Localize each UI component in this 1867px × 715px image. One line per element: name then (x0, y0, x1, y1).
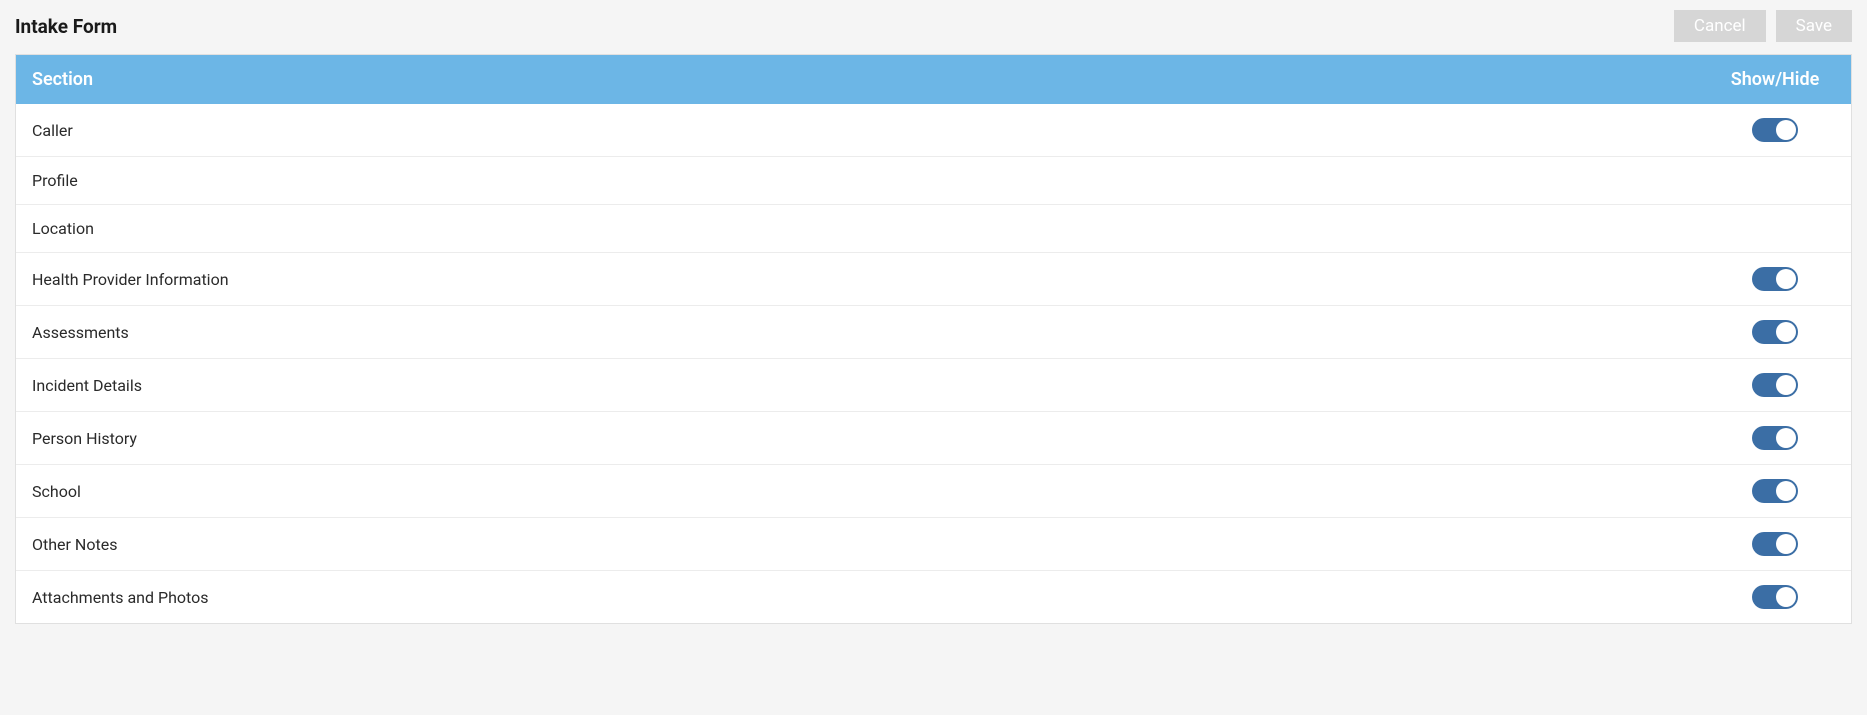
table-row: Profile (16, 157, 1851, 205)
row-toggle-cell (1715, 320, 1835, 344)
row-label: Person History (32, 429, 1715, 448)
toggle-knob (1776, 428, 1796, 448)
table-row: Health Provider Information (16, 253, 1851, 306)
row-toggle-cell (1715, 479, 1835, 503)
toggle-switch[interactable] (1752, 118, 1798, 142)
toggle-switch[interactable] (1752, 267, 1798, 291)
table-row: Attachments and Photos (16, 571, 1851, 623)
row-label: School (32, 482, 1715, 501)
toggle-switch[interactable] (1752, 585, 1798, 609)
row-label: Location (32, 219, 1715, 238)
row-toggle-cell (1715, 118, 1835, 142)
row-toggle-cell (1715, 585, 1835, 609)
row-label: Assessments (32, 323, 1715, 342)
toggle-knob (1776, 481, 1796, 501)
cancel-button[interactable]: Cancel (1674, 10, 1766, 42)
table-row: Location (16, 205, 1851, 253)
toggle-knob (1776, 322, 1796, 342)
table-header: Section Show/Hide (16, 55, 1851, 104)
toggle-switch[interactable] (1752, 426, 1798, 450)
rows-container: Caller Profile Location Health Provider Inf… (16, 104, 1851, 623)
row-label: Other Notes (32, 535, 1715, 554)
table-row: Incident Details (16, 359, 1851, 412)
toggle-switch[interactable] (1752, 373, 1798, 397)
toggle-knob (1776, 534, 1796, 554)
header-bar: Intake Form Cancel Save (0, 0, 1867, 54)
toggle-knob (1776, 587, 1796, 607)
table-row: Person History (16, 412, 1851, 465)
button-group: Cancel Save (1674, 10, 1852, 42)
table-row: Assessments (16, 306, 1851, 359)
row-label: Profile (32, 171, 1715, 190)
header-section-label: Section (32, 69, 1715, 90)
table-row: School (16, 465, 1851, 518)
row-toggle-cell (1715, 532, 1835, 556)
toggle-knob (1776, 375, 1796, 395)
toggle-knob (1776, 120, 1796, 140)
row-label: Health Provider Information (32, 270, 1715, 289)
toggle-switch[interactable] (1752, 320, 1798, 344)
row-toggle-cell (1715, 373, 1835, 397)
toggle-knob (1776, 269, 1796, 289)
toggle-switch[interactable] (1752, 532, 1798, 556)
row-label: Incident Details (32, 376, 1715, 395)
page-container: Intake Form Cancel Save Section Show/Hid… (0, 0, 1867, 624)
save-button[interactable]: Save (1776, 10, 1852, 42)
row-toggle-cell (1715, 426, 1835, 450)
row-label: Attachments and Photos (32, 588, 1715, 607)
row-toggle-cell (1715, 267, 1835, 291)
table-row: Other Notes (16, 518, 1851, 571)
toggle-switch[interactable] (1752, 479, 1798, 503)
table-row: Caller (16, 104, 1851, 157)
page-title: Intake Form (15, 15, 117, 38)
row-label: Caller (32, 121, 1715, 140)
table-container: Section Show/Hide Caller Profile Location H… (15, 54, 1852, 624)
header-showhide-label: Show/Hide (1715, 69, 1835, 90)
